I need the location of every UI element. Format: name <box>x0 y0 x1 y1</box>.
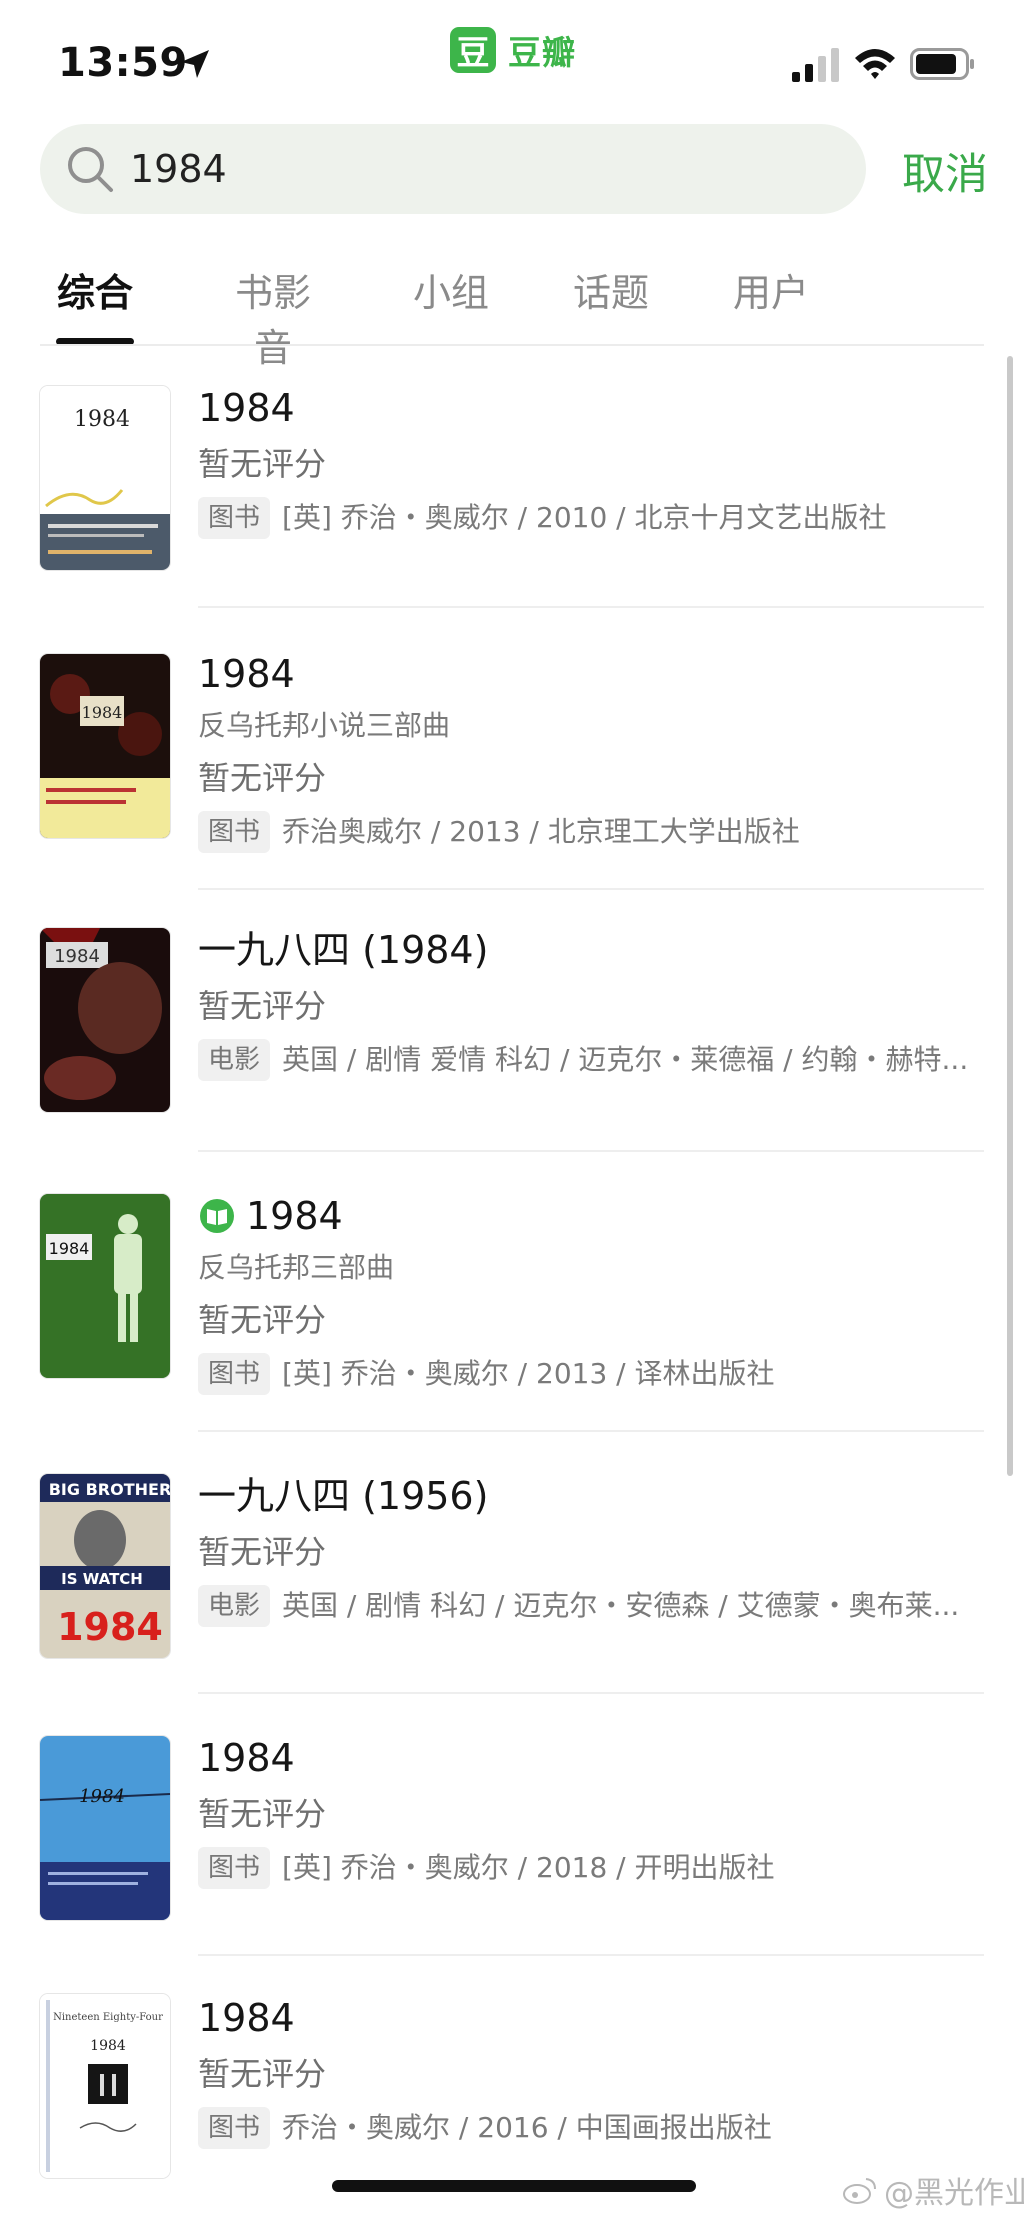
tab-users[interactable]: 用户 <box>716 262 826 317</box>
result-item[interactable]: 1984 1984 反乌托邦小说三部曲 暂无评分 图书 乔治奥威尔 / 2013… <box>0 608 1024 890</box>
cover-text-mid: IS WATCH <box>61 1570 143 1588</box>
type-badge: 图书 <box>198 811 271 853</box>
result-meta: 电影 英国 / 剧情 科幻 / 迈克尔・安德森 / 艾德蒙・奥布莱... <box>198 1584 988 1628</box>
result-item[interactable]: BIG BROTHER IS WATCH 1984 一九八四 (1956) 暂无… <box>0 1432 1024 1694</box>
watermark: @黑光作业 <box>842 2168 1024 2212</box>
cover-title: 1984 <box>49 1239 90 1258</box>
movie-poster: 1984 <box>40 928 170 1112</box>
result-item[interactable]: 1984 1984 暂无评分 图书 [英] 乔治・奥威尔 / 2018 / 开明… <box>0 1694 1024 1956</box>
search-input[interactable] <box>130 139 830 199</box>
result-meta: 图书 乔治・奥威尔 / 2016 / 中国画报出版社 <box>198 2106 988 2150</box>
battery-icon <box>910 48 974 80</box>
cover-title: 1984 <box>82 703 123 722</box>
result-meta: 电影 英国 / 剧情 爱情 科幻 / 迈克尔・莱德福 / 约翰・赫特... <box>198 1038 988 1082</box>
douban-search-page: 13:59 豆 豆瓣 取消 <box>0 0 1024 2216</box>
read-icon <box>200 1199 234 1233</box>
book-cover: 1984 <box>40 1736 170 1920</box>
result-rating: 暂无评分 <box>198 1795 327 1833</box>
result-rating: 暂无评分 <box>198 445 327 483</box>
app-logo-badge: 豆 <box>450 27 496 73</box>
wifi-icon <box>855 49 895 79</box>
search-icon <box>68 147 113 192</box>
result-item[interactable]: 1984 1984 反乌托邦三部曲 暂无评分 图书 [英] 乔治・奥威尔 / 2… <box>0 1152 1024 1432</box>
result-meta-text: [英] 乔治・奥威尔 / 2013 / 译林出版社 <box>282 1357 775 1390</box>
result-title: 1984 <box>198 386 295 430</box>
result-meta-text: 乔治・奥威尔 / 2016 / 中国画报出版社 <box>282 2111 772 2144</box>
result-text: 一九八四 (1984) 暂无评分 电影 英国 / 剧情 爱情 科幻 / 迈克尔・… <box>198 924 988 1082</box>
result-meta: 图书 乔治奥威尔 / 2013 / 北京理工大学出版社 <box>198 810 988 854</box>
type-badge: 电影 <box>198 1039 271 1081</box>
result-title: 1984 <box>198 1736 295 1780</box>
book-cover: Nineteen Eighty-Four 1984 <box>40 1994 170 2178</box>
cover-title: 1984 <box>79 1786 125 1807</box>
type-badge: 图书 <box>198 1847 271 1889</box>
result-rating: 暂无评分 <box>198 987 327 1025</box>
book-cover: 1984 <box>40 386 170 570</box>
cancel-button[interactable]: 取消 <box>902 140 988 202</box>
tab-all[interactable]: 综合 <box>40 262 150 317</box>
result-text: 1984 暂无评分 图书 乔治・奥威尔 / 2016 / 中国画报出版社 <box>198 1992 988 2150</box>
signal-icon <box>792 48 839 82</box>
result-meta-text: [英] 乔治・奥威尔 / 2010 / 北京十月文艺出版社 <box>282 501 887 534</box>
result-title: 1984 <box>198 652 295 696</box>
type-badge: 图书 <box>198 2107 271 2149</box>
cover-text-top: BIG BROTHER <box>49 1480 170 1499</box>
type-badge: 图书 <box>198 497 271 539</box>
home-indicator[interactable] <box>332 2180 696 2192</box>
cover-title: 1984 <box>90 2038 126 2054</box>
result-meta-text: [英] 乔治・奥威尔 / 2018 / 开明出版社 <box>282 1851 775 1884</box>
result-text: 1984 反乌托邦三部曲 暂无评分 图书 [英] 乔治・奥威尔 / 2013 /… <box>198 1190 988 1396</box>
result-text: 1984 暂无评分 图书 [英] 乔治・奥威尔 / 2018 / 开明出版社 <box>198 1732 988 1890</box>
result-title: 1984 <box>198 1190 988 1242</box>
tab-topics[interactable]: 话题 <box>556 262 666 317</box>
movie-poster: BIG BROTHER IS WATCH 1984 <box>40 1474 170 1658</box>
result-item[interactable]: 1984 1984 暂无评分 图书 [英] 乔治・奥威尔 / 2010 / 北京… <box>0 346 1024 608</box>
result-meta: 图书 [英] 乔治・奥威尔 / 2010 / 北京十月文艺出版社 <box>198 496 988 540</box>
result-meta: 图书 [英] 乔治・奥威尔 / 2013 / 译林出版社 <box>198 1352 988 1396</box>
app-logo: 豆 豆瓣 <box>450 27 576 73</box>
result-subtitle: 反乌托邦三部曲 <box>198 1251 395 1284</box>
result-meta-text: 英国 / 剧情 爱情 科幻 / 迈克尔・莱德福 / 约翰・赫特... <box>282 1043 969 1076</box>
result-meta: 图书 [英] 乔治・奥威尔 / 2018 / 开明出版社 <box>198 1846 988 1890</box>
result-text: 1984 暂无评分 图书 [英] 乔治・奥威尔 / 2010 / 北京十月文艺出… <box>198 382 988 540</box>
scrollbar[interactable] <box>1007 356 1013 1476</box>
cover-title: 1984 <box>74 407 130 432</box>
result-meta-text: 英国 / 剧情 科幻 / 迈克尔・安德森 / 艾德蒙・奥布莱... <box>282 1589 960 1622</box>
type-badge: 图书 <box>198 1353 271 1395</box>
result-rating: 暂无评分 <box>198 2055 327 2093</box>
weibo-icon <box>843 2178 876 2204</box>
result-text: 1984 反乌托邦小说三部曲 暂无评分 图书 乔治奥威尔 / 2013 / 北京… <box>198 648 988 854</box>
result-text: 一九八四 (1956) 暂无评分 电影 英国 / 剧情 科幻 / 迈克尔・安德森… <box>198 1470 988 1628</box>
tab-bar: 综合 书影音 小组 话题 用户 <box>0 256 1024 370</box>
result-title: 1984 <box>198 1996 295 2040</box>
result-rating: 暂无评分 <box>198 1533 327 1571</box>
result-item[interactable]: Nineteen Eighty-Four 1984 1984 暂无评分 图书 乔… <box>0 1956 1024 2196</box>
cover-title: 1984 <box>57 1605 163 1649</box>
result-item[interactable]: 1984 一九八四 (1984) 暂无评分 电影 英国 / 剧情 爱情 科幻 /… <box>0 890 1024 1152</box>
search-box[interactable] <box>40 124 866 214</box>
book-cover: 1984 <box>40 1194 170 1378</box>
result-title: 一九八四 (1956) <box>198 1474 489 1518</box>
result-title: 一九八四 (1984) <box>198 928 489 972</box>
status-time: 13:59 <box>58 40 188 86</box>
watermark-text: @黑光作业 <box>884 2176 1024 2211</box>
book-cover: 1984 <box>40 654 170 838</box>
location-icon <box>181 50 209 78</box>
status-bar: 13:59 豆 豆瓣 <box>0 0 1024 120</box>
result-subtitle: 反乌托邦小说三部曲 <box>198 709 451 742</box>
app-logo-text: 豆瓣 <box>508 33 576 72</box>
type-badge: 电影 <box>198 1585 271 1627</box>
result-meta-text: 乔治奥威尔 / 2013 / 北京理工大学出版社 <box>282 815 800 848</box>
cover-subtitle: Nineteen Eighty-Four <box>53 2012 163 2023</box>
result-rating: 暂无评分 <box>198 759 327 797</box>
result-rating: 暂无评分 <box>198 1301 327 1339</box>
tab-groups[interactable]: 小组 <box>396 262 506 317</box>
cover-title: 1984 <box>54 946 100 967</box>
